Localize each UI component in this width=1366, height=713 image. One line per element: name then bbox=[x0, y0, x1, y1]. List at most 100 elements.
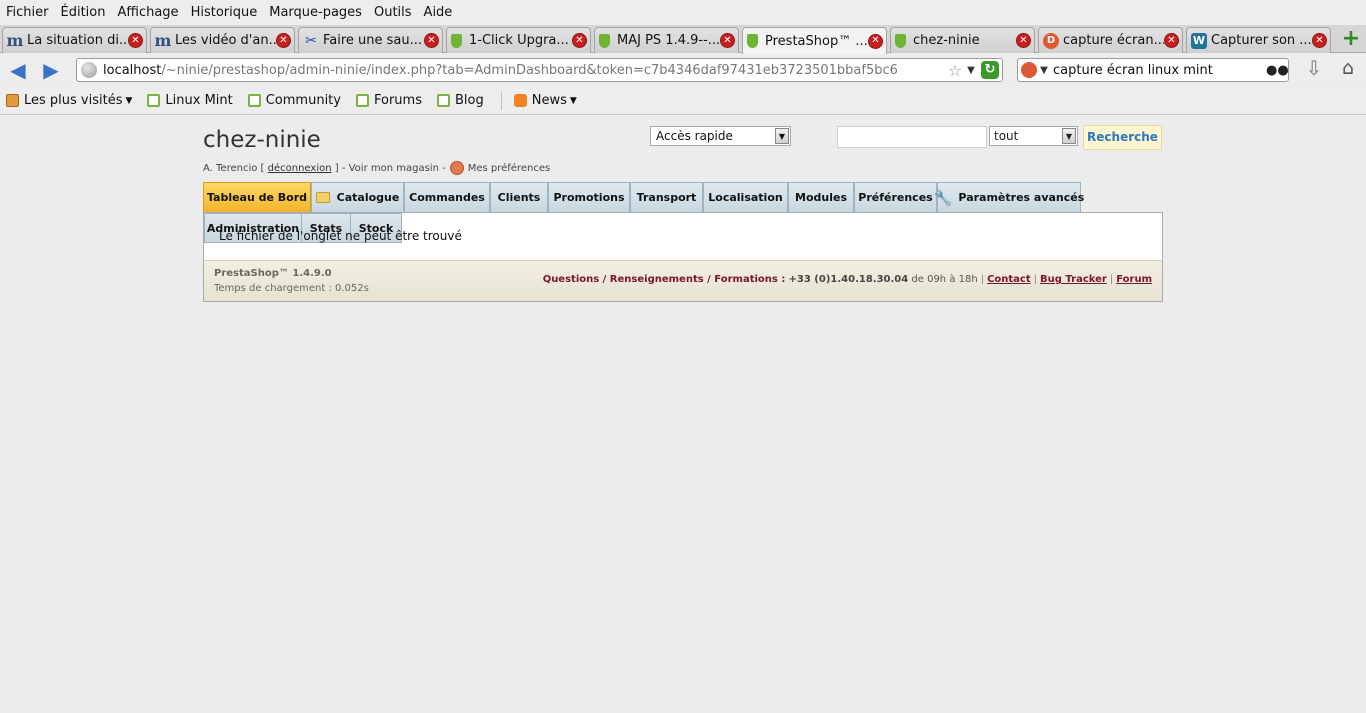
tab-customers[interactable]: Clients bbox=[490, 182, 548, 213]
tab-advanced-parameters[interactable]: 🔧 Paramètres avancés bbox=[933, 182, 1084, 213]
rss-icon bbox=[513, 94, 527, 107]
bookmark-linux-mint[interactable]: Linux Mint bbox=[147, 93, 233, 108]
user-avatar-icon bbox=[449, 161, 464, 175]
home-icon[interactable]: ⌂ bbox=[1336, 56, 1360, 80]
engine-dropdown-icon[interactable]: ▼ bbox=[1037, 65, 1051, 76]
back-arrow-icon[interactable]: ◀ bbox=[5, 58, 31, 82]
address-bar[interactable]: localhost/~ninie/prestashop/admin-ninie/… bbox=[76, 58, 1003, 82]
footer-version: PrestaShop™ 1.4.9.0 bbox=[214, 268, 332, 279]
bookmark-most-visited[interactable]: Les plus visités ▼ bbox=[6, 93, 132, 108]
footer-load-time: Temps de chargement : 0.052s bbox=[214, 283, 369, 294]
browser-tab-label: chez-ninie bbox=[913, 33, 980, 48]
quick-access-select[interactable]: Accès rapide ▼ bbox=[650, 126, 791, 146]
close-tab-icon[interactable]: ✕ bbox=[572, 33, 587, 48]
error-message: Le fichier de l'onglet ne peut être trou… bbox=[219, 229, 462, 243]
folder-icon bbox=[6, 94, 19, 107]
menu-outils[interactable]: Outils bbox=[374, 5, 412, 20]
browser-tab[interactable]: MAJ PS 1.4.9--... ✕ bbox=[594, 27, 739, 53]
browser-tab[interactable]: D capture écran... ✕ bbox=[1038, 27, 1183, 53]
menu-fichier[interactable]: Fichier bbox=[6, 5, 49, 20]
bookmark-blog[interactable]: Blog bbox=[436, 93, 484, 108]
search-scope-value: tout bbox=[994, 129, 1019, 143]
menu-historique[interactable]: Historique bbox=[191, 5, 258, 20]
footer-forum-link[interactable]: Forum bbox=[1116, 274, 1152, 285]
browser-tab[interactable]: ✂ Faire une sau... ✕ bbox=[298, 27, 443, 53]
browser-tab[interactable]: m La situation di... ✕ bbox=[2, 27, 147, 53]
linux-mint-icon bbox=[247, 94, 261, 107]
admin-search-input[interactable] bbox=[837, 126, 987, 148]
tab-promotions[interactable]: Promotions bbox=[548, 182, 630, 213]
close-tab-icon[interactable]: ✕ bbox=[276, 33, 291, 48]
view-shop-link[interactable]: ] - Voir mon magasin - bbox=[335, 163, 446, 174]
url-text[interactable]: localhost/~ninie/prestashop/admin-ninie/… bbox=[103, 63, 946, 78]
close-tab-icon[interactable]: ✕ bbox=[1016, 33, 1031, 48]
reload-icon[interactable]: ↻ bbox=[981, 61, 999, 79]
bookmark-forums[interactable]: Forums bbox=[355, 93, 422, 108]
bookmark-label: Forums bbox=[373, 93, 422, 108]
binoculars-search-icon[interactable]: ●● bbox=[1266, 63, 1289, 78]
folder-icon bbox=[315, 192, 330, 203]
search-engine-icon[interactable] bbox=[1021, 62, 1037, 78]
search-scope-select[interactable]: tout ▼ bbox=[989, 126, 1078, 146]
browser-tab-label: PrestaShop™ ... bbox=[765, 33, 868, 49]
tab-shipping[interactable]: Transport bbox=[630, 182, 703, 213]
close-tab-icon[interactable]: ✕ bbox=[1164, 33, 1179, 48]
wordpress-favicon-icon: W bbox=[1191, 32, 1207, 49]
browser-tab-label: Faire une sau... bbox=[323, 33, 423, 48]
close-tab-icon[interactable]: ✕ bbox=[868, 33, 883, 49]
close-tab-icon[interactable]: ✕ bbox=[1312, 33, 1327, 48]
download-arrow-icon[interactable]: ⇩ bbox=[1302, 56, 1326, 80]
menu-aide[interactable]: Aide bbox=[424, 5, 453, 20]
chevron-down-icon: ▼ bbox=[569, 95, 577, 106]
menu-marque-pages[interactable]: Marque-pages bbox=[269, 5, 362, 20]
wrench-icon: 🔧 bbox=[933, 188, 953, 207]
browser-tab-active[interactable]: PrestaShop™ ... ✕ bbox=[742, 27, 887, 54]
bookmark-label: Linux Mint bbox=[165, 93, 233, 108]
footer-bugtracker-link[interactable]: Bug Tracker bbox=[1040, 274, 1107, 285]
menu-affichage[interactable]: Affichage bbox=[117, 5, 178, 20]
bookmark-label: Les plus visités bbox=[24, 93, 123, 108]
close-tab-icon[interactable]: ✕ bbox=[128, 33, 143, 48]
browser-tab-label: capture écran... bbox=[1063, 33, 1164, 48]
browser-search-bar[interactable]: ▼ ●● bbox=[1017, 58, 1289, 82]
close-tab-icon[interactable]: ✕ bbox=[424, 33, 439, 48]
site-favicon-icon: m bbox=[6, 31, 24, 50]
bookmark-star-icon[interactable]: ☆ bbox=[946, 61, 964, 80]
browser-tab-label: Capturer son ... bbox=[1211, 33, 1312, 48]
bookmarks-toolbar: Les plus visités ▼ Linux Mint Community … bbox=[0, 87, 1366, 115]
forward-arrow-icon[interactable]: ▶ bbox=[38, 58, 64, 82]
user-name: A. Terencio [ bbox=[203, 162, 265, 174]
tab-dashboard[interactable]: Tableau de Bord bbox=[203, 182, 311, 213]
bookmark-label: Community bbox=[265, 93, 341, 108]
admin-footer: PrestaShop™ 1.4.9.0 Temps de chargement … bbox=[203, 260, 1163, 302]
bookmark-community[interactable]: Community bbox=[247, 93, 341, 108]
browser-search-input[interactable] bbox=[1051, 62, 1266, 78]
tab-catalog[interactable]: Catalogue bbox=[311, 182, 404, 213]
user-bar: A. Terencio [ déconnexion ] - Voir mon m… bbox=[203, 161, 550, 175]
prestashop-favicon-icon bbox=[747, 34, 758, 48]
tab-modules[interactable]: Modules bbox=[788, 182, 854, 213]
prestashop-favicon-icon bbox=[451, 33, 462, 48]
my-preferences-link[interactable]: Mes préférences bbox=[468, 163, 550, 174]
history-dropdown-icon[interactable]: ▼ bbox=[964, 65, 978, 76]
tab-preferences[interactable]: Préférences bbox=[854, 182, 937, 213]
menu-edition[interactable]: Édition bbox=[61, 5, 106, 20]
browser-tab-label: MAJ PS 1.4.9--... bbox=[617, 33, 720, 48]
search-button[interactable]: Recherche bbox=[1083, 125, 1162, 150]
logout-link[interactable]: déconnexion bbox=[268, 163, 332, 174]
browser-tab[interactable]: 1-Click Upgra... ✕ bbox=[446, 27, 591, 53]
browser-tab[interactable]: chez-ninie ✕ bbox=[890, 27, 1035, 53]
browser-tab[interactable]: m Les vidéo d'an... ✕ bbox=[150, 27, 295, 53]
tab-orders[interactable]: Commandes bbox=[404, 182, 490, 213]
browser-tab-label: Les vidéo d'an... bbox=[175, 33, 276, 48]
footer-services-label: Questions / Renseignements / Formations … bbox=[542, 274, 786, 285]
bookmark-news[interactable]: News ▼ bbox=[513, 93, 577, 108]
bookmark-label: Blog bbox=[454, 93, 484, 108]
chevron-down-icon: ▼ bbox=[125, 95, 133, 106]
footer-contact-link[interactable]: Contact bbox=[987, 274, 1031, 285]
new-tab-plus-icon[interactable]: + bbox=[1340, 28, 1362, 51]
browser-tab[interactable]: W Capturer son ... ✕ bbox=[1186, 27, 1331, 53]
close-tab-icon[interactable]: ✕ bbox=[720, 33, 735, 48]
tab-localization[interactable]: Localisation bbox=[703, 182, 788, 213]
linux-mint-icon bbox=[355, 94, 369, 107]
